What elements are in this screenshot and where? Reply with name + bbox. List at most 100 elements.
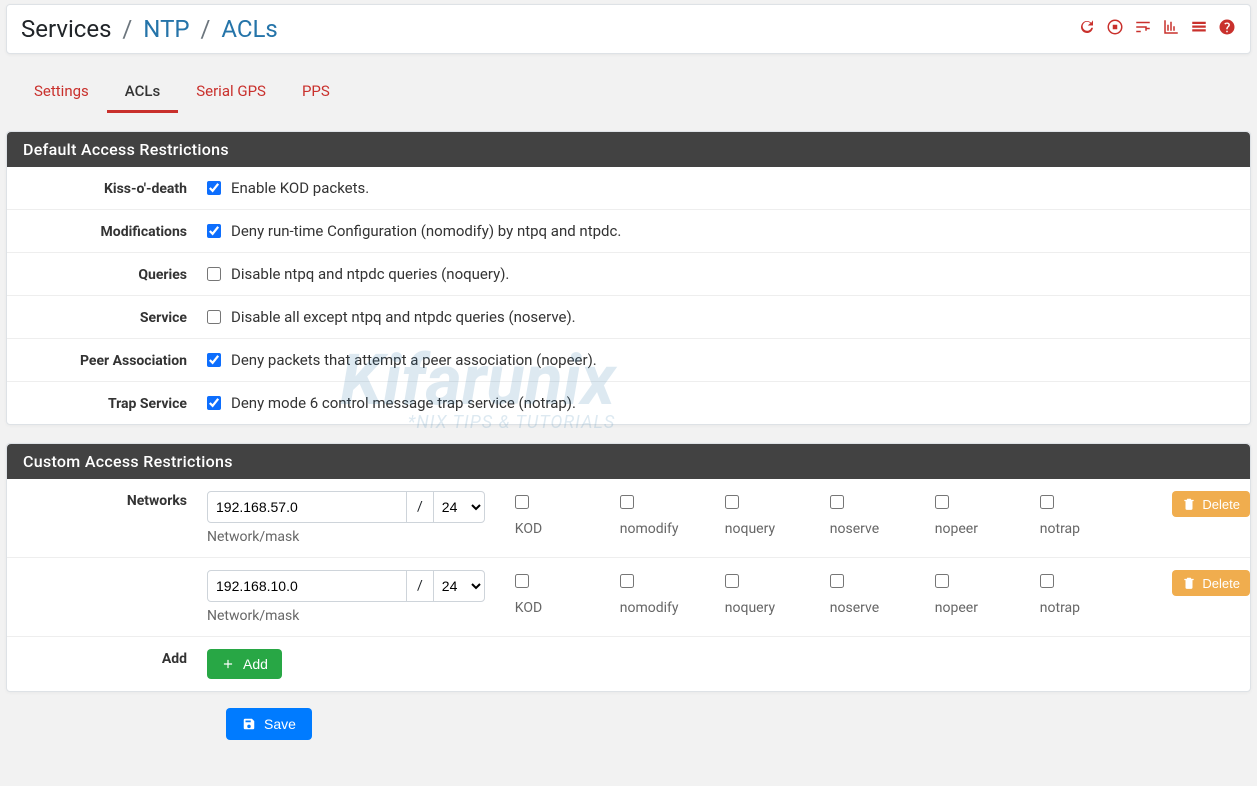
add-button[interactable]: Add [207,649,282,679]
tab-settings[interactable]: Settings [16,72,107,113]
row-modifications: Modifications Deny run-time Configuratio… [7,210,1250,253]
checkbox-group-trap[interactable]: Deny mode 6 control message trap service… [207,394,576,412]
tab-pps[interactable]: PPS [284,72,348,113]
help-icon[interactable] [1218,18,1236,41]
checkbox-trap[interactable] [207,396,221,410]
breadcrumb-sep: / [117,15,137,43]
slash-sep: / [407,491,433,523]
save-icon [242,717,256,731]
network-controls-1: / 24 Network/mask [207,570,485,624]
panel-title: Default Access Restrictions [7,132,1250,167]
lbl-noquery: noquery [725,600,830,616]
refresh-icon[interactable] [1078,18,1096,41]
chk-noserve-0[interactable] [830,495,844,509]
checkbox-peer[interactable] [207,353,221,367]
label-networks: Networks [7,491,207,509]
label-kod: Kiss-o'-death [7,179,207,197]
save-button[interactable]: Save [226,708,312,740]
lbl-noserve: noserve [830,600,935,616]
save-row: Save [6,708,1251,740]
chk-kod-0[interactable] [515,495,529,509]
checkbox-group-peer[interactable]: Deny packets that attempt a peer associa… [207,351,597,369]
chk-nomodify-1[interactable] [620,574,634,588]
delete-button-0[interactable]: Delete [1172,491,1250,517]
lbl-nopeer: nopeer [935,600,1040,616]
tab-serial-gps[interactable]: Serial GPS [178,72,284,113]
lbl-nomodify: nomodify [620,521,725,537]
chk-nopeer-1[interactable] [935,574,949,588]
label-queries: Queries [7,265,207,283]
check-cols-0: KOD nomodify noquery noserve nopeer notr… [515,491,1173,537]
chk-nomodify-0[interactable] [620,495,634,509]
page-header: Services / NTP / ACLs [6,4,1251,54]
chk-noquery-1[interactable] [725,574,739,588]
panel-title-custom: Custom Access Restrictions [7,444,1250,479]
network-row-1: / 24 Network/mask KOD nomodify noquery n… [7,558,1250,637]
delete-button-1[interactable]: Delete [1172,570,1250,596]
checkbox-group-service[interactable]: Disable all except ntpq and ntpdc querie… [207,308,576,326]
lbl-nopeer: nopeer [935,521,1040,537]
slash-sep: / [407,570,433,602]
text-peer: Deny packets that attempt a peer associa… [231,351,597,369]
chk-nopeer-0[interactable] [935,495,949,509]
checkbox-queries[interactable] [207,267,221,281]
label-add: Add [7,649,207,667]
checkbox-group-kod[interactable]: Enable KOD packets. [207,179,369,197]
breadcrumb: Services / NTP / ACLs [21,15,278,43]
breadcrumb-ntp[interactable]: NTP [143,15,189,43]
lbl-noserve: noserve [830,521,935,537]
lbl-nomodify: nomodify [620,600,725,616]
header-toolbar [1078,18,1236,41]
network-controls-0: / 24 Network/mask [207,491,485,545]
tab-acls[interactable]: ACLs [107,72,178,113]
text-modifications: Deny run-time Configuration (nomodify) b… [231,222,621,240]
default-restrictions-panel: Default Access Restrictions Kiss-o'-deat… [6,131,1251,425]
row-queries: Queries Disable ntpq and ntpdc queries (… [7,253,1250,296]
chk-kod-1[interactable] [515,574,529,588]
label-networks-empty [7,570,207,572]
label-peer: Peer Association [7,351,207,369]
mask-select-0[interactable]: 24 [433,491,485,523]
row-service: Service Disable all except ntpq and ntpd… [7,296,1250,339]
label-trap: Trap Service [7,394,207,412]
text-trap: Deny mode 6 control message trap service… [231,394,576,412]
checkbox-group-modifications[interactable]: Deny run-time Configuration (nomodify) b… [207,222,621,240]
row-trap: Trap Service Deny mode 6 control message… [7,382,1250,424]
row-add: Add Add [7,637,1250,691]
chk-noserve-1[interactable] [830,574,844,588]
network-input-1[interactable] [207,570,407,602]
lbl-kod: KOD [515,600,620,616]
text-service: Disable all except ntpq and ntpdc querie… [231,308,576,326]
breadcrumb-sep: / [195,15,215,43]
row-kod: Kiss-o'-death Enable KOD packets. [7,167,1250,210]
mask-select-1[interactable]: 24 [433,570,485,602]
network-input-0[interactable] [207,491,407,523]
checkbox-service[interactable] [207,310,221,324]
chk-notrap-1[interactable] [1040,574,1054,588]
plus-icon [221,657,235,671]
label-service: Service [7,308,207,326]
checkbox-kod[interactable] [207,181,221,195]
chk-noquery-0[interactable] [725,495,739,509]
helptext-1: Network/mask [207,608,485,624]
check-cols-1: KOD nomodify noquery noserve nopeer notr… [515,570,1173,616]
list-icon[interactable] [1190,18,1208,41]
breadcrumb-acls[interactable]: ACLs [221,15,277,43]
chk-notrap-0[interactable] [1040,495,1054,509]
sliders-icon[interactable] [1134,18,1152,41]
text-kod: Enable KOD packets. [231,179,369,197]
trash-icon [1182,576,1196,590]
lbl-notrap: notrap [1040,600,1145,616]
checkbox-modifications[interactable] [207,224,221,238]
text-queries: Disable ntpq and ntpdc queries (noquery)… [231,265,509,283]
stop-icon[interactable] [1106,18,1124,41]
trash-icon [1182,497,1196,511]
tab-bar: Settings ACLs Serial GPS PPS [6,72,1251,113]
lbl-noquery: noquery [725,521,830,537]
network-row-0: Networks / 24 Network/mask KOD nomodify … [7,479,1250,558]
custom-restrictions-panel: Custom Access Restrictions Networks / 24… [6,443,1251,692]
breadcrumb-root: Services [21,15,111,43]
checkbox-group-queries[interactable]: Disable ntpq and ntpdc queries (noquery)… [207,265,509,283]
chart-icon[interactable] [1162,18,1180,41]
lbl-notrap: notrap [1040,521,1145,537]
